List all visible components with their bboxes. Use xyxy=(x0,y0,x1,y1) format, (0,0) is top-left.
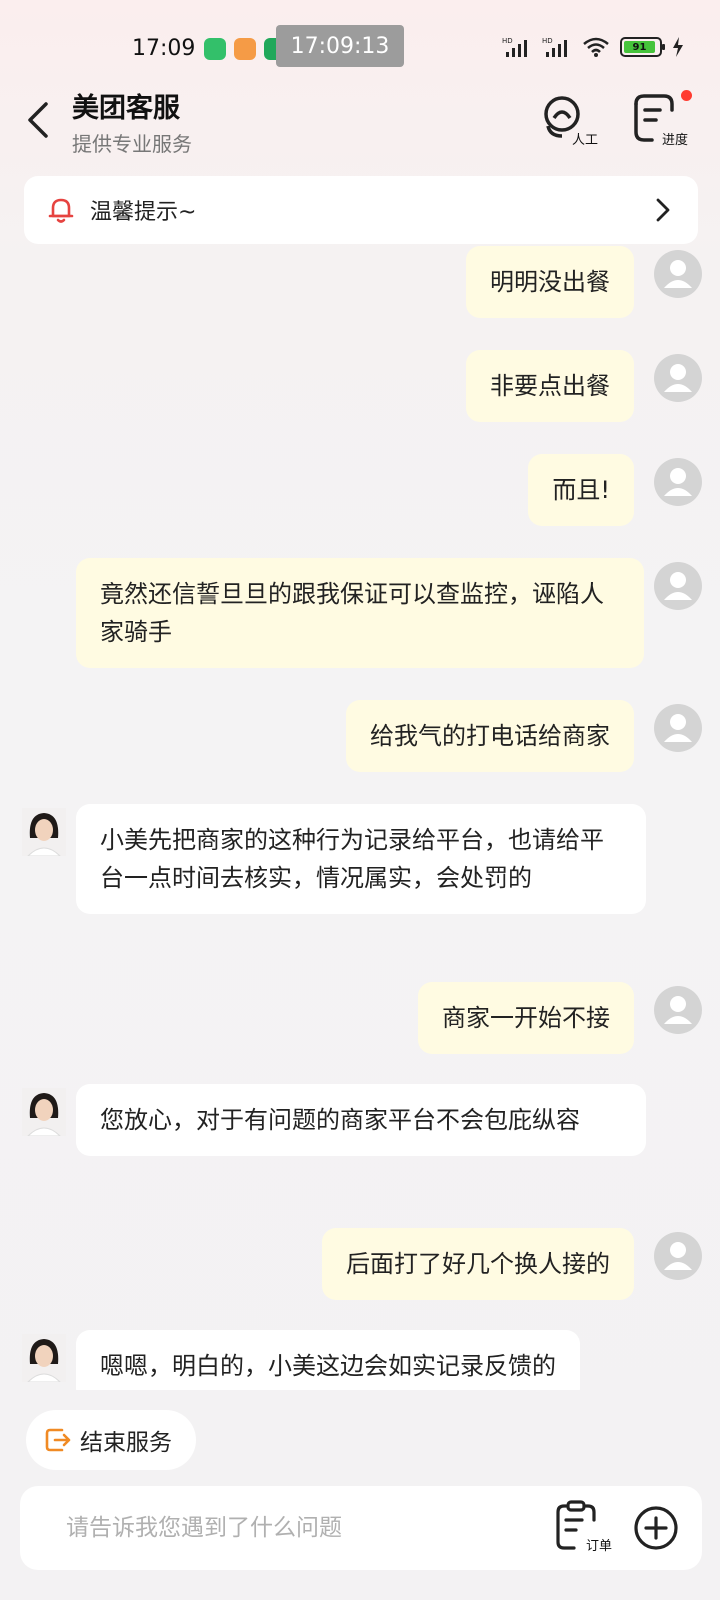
human-agent-button[interactable]: 人工 xyxy=(540,92,598,150)
user-message: 给我气的打电话给商家 xyxy=(346,700,634,772)
user-message: 非要点出餐 xyxy=(466,350,634,422)
add-button[interactable] xyxy=(632,1504,680,1552)
end-service-label: 结束服务 xyxy=(80,1430,172,1456)
exit-icon xyxy=(45,1428,71,1452)
human-agent-label: 人工 xyxy=(571,133,598,148)
user-avatar-icon xyxy=(664,572,692,600)
user-avatar xyxy=(654,354,702,402)
agent-avatar xyxy=(22,808,66,856)
user-avatar xyxy=(654,986,702,1034)
message-input[interactable] xyxy=(66,1506,526,1550)
user-message: 后面打了好几个换人接的 xyxy=(322,1228,634,1300)
page-subtitle: 提供专业服务 xyxy=(72,132,192,156)
charging-icon xyxy=(673,37,683,57)
agent-avatar-icon xyxy=(22,808,66,856)
chevron-right-icon xyxy=(656,198,670,222)
chat-header: 美团客服 提供专业服务 人工 进度 xyxy=(0,80,720,160)
user-avatar xyxy=(654,458,702,506)
agent-avatar xyxy=(22,1088,66,1136)
back-button[interactable] xyxy=(22,98,56,142)
order-button[interactable]: 订单 xyxy=(554,1500,612,1556)
status-bar: 17:09 17:09:13 HD HD 91 xyxy=(0,0,720,70)
status-indicators: HD HD 91 xyxy=(502,36,684,58)
svg-text:HD: HD xyxy=(502,37,513,45)
notification-dot xyxy=(681,90,692,101)
svg-text:HD: HD xyxy=(542,37,553,45)
signal-icon: HD xyxy=(502,37,527,57)
user-avatar xyxy=(654,704,702,752)
bell-icon xyxy=(48,198,74,223)
user-avatar-icon xyxy=(664,364,692,392)
user-avatar xyxy=(654,250,702,298)
user-avatar-icon xyxy=(664,468,692,496)
meituan-app-icon xyxy=(234,38,256,60)
composer-bar: 订单 xyxy=(20,1486,702,1570)
user-avatar xyxy=(654,562,702,610)
agent-message: 嗯嗯，明白的，小美这边会如实记录反馈的 xyxy=(76,1330,580,1390)
status-app-icons xyxy=(204,38,286,60)
order-label: 订单 xyxy=(585,1539,612,1554)
green-app-icon xyxy=(204,38,226,60)
signal-icon-2: HD xyxy=(542,37,567,57)
message-list[interactable]: 明明没出餐 非要点出餐 而且! 竟然还信誓旦旦的跟我保证可以查监控，诬陷人家骑手… xyxy=(0,246,720,1390)
status-time: 17:09 xyxy=(132,36,196,61)
user-message: 明明没出餐 xyxy=(466,246,634,318)
agent-avatar-icon xyxy=(22,1334,66,1382)
battery-level: 91 xyxy=(624,41,655,53)
tip-banner[interactable]: 温馨提示~ xyxy=(24,176,698,244)
agent-avatar-icon xyxy=(22,1088,66,1136)
plus-circle-icon xyxy=(634,1506,678,1550)
page-title: 美团客服 xyxy=(72,93,180,124)
user-message: 竟然还信誓旦旦的跟我保证可以查监控，诬陷人家骑手 xyxy=(76,558,644,668)
agent-message: 您放心，对于有问题的商家平台不会包庇纵容 xyxy=(76,1084,646,1156)
progress-label: 进度 xyxy=(661,133,688,148)
end-service-button[interactable]: 结束服务 xyxy=(26,1410,196,1470)
agent-message: 小美先把商家的这种行为记录给平台，也请给平台一点时间去核实，情况属实，会处罚的 xyxy=(76,804,646,914)
user-avatar-icon xyxy=(664,996,692,1024)
progress-button[interactable]: 进度 xyxy=(630,90,692,150)
user-avatar-icon xyxy=(664,260,692,288)
user-avatar-icon xyxy=(664,1242,692,1270)
battery-icon: 91 xyxy=(620,37,665,57)
user-message: 而且! xyxy=(528,454,634,526)
chevron-left-icon xyxy=(28,102,48,138)
user-avatar xyxy=(654,1232,702,1280)
user-message: 商家一开始不接 xyxy=(418,982,634,1054)
agent-avatar xyxy=(22,1334,66,1382)
screen-recorder-time: 17:09:13 xyxy=(276,25,404,67)
wifi-icon xyxy=(583,37,609,57)
tip-text: 温馨提示~ xyxy=(90,200,197,225)
user-avatar-icon xyxy=(664,714,692,742)
